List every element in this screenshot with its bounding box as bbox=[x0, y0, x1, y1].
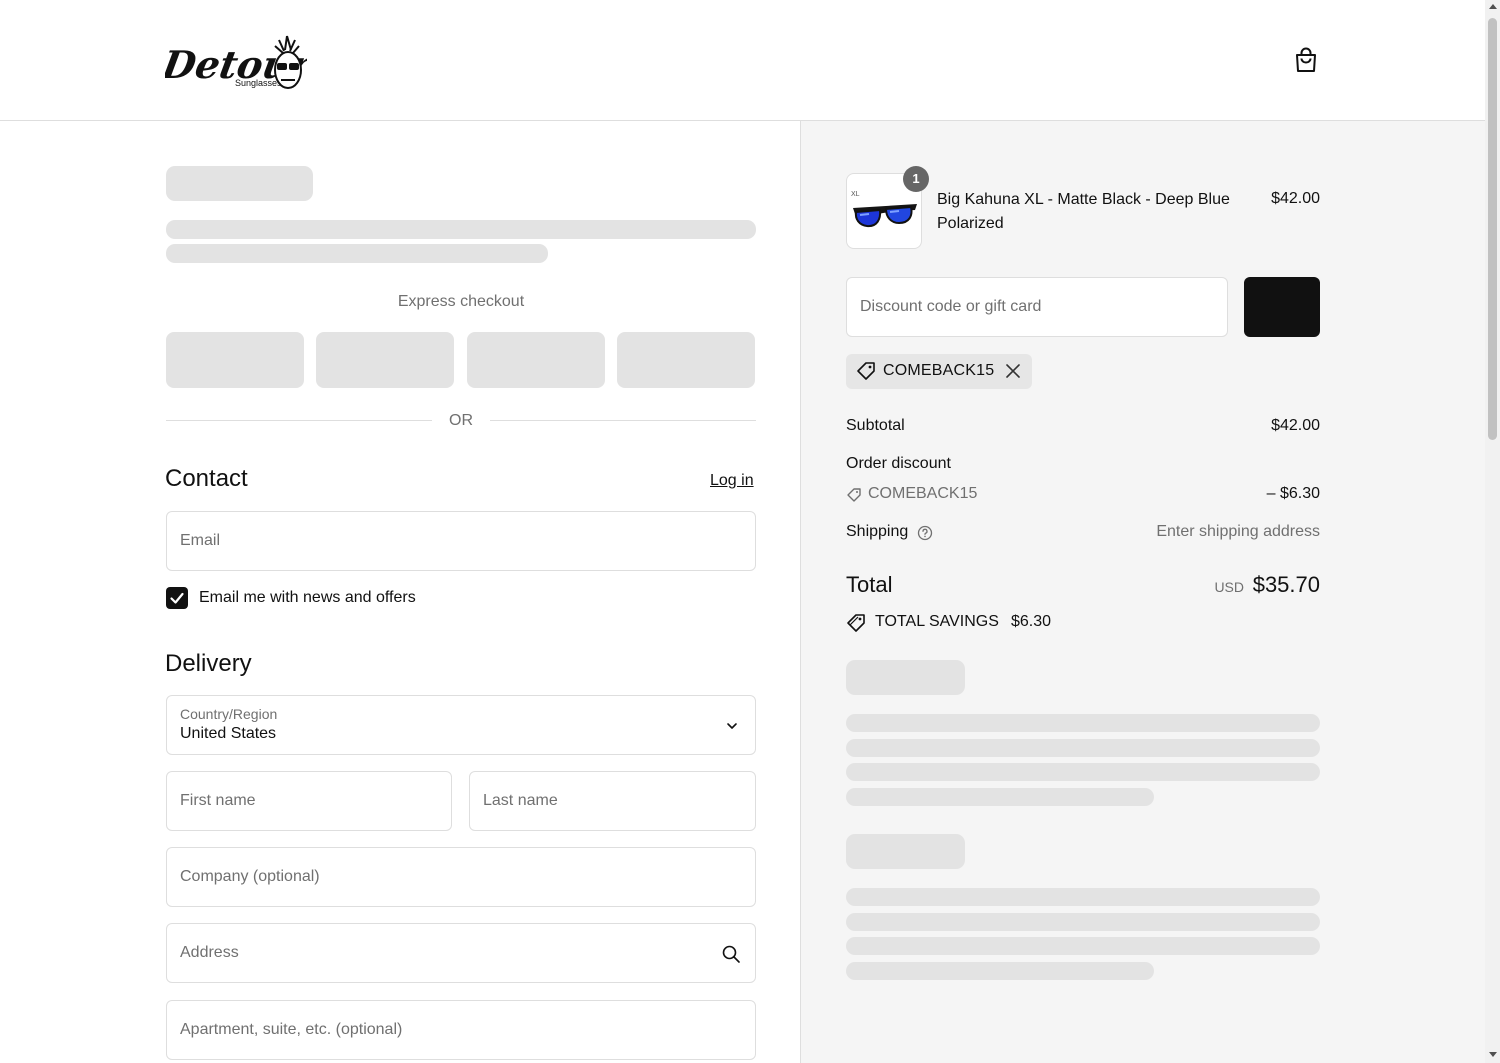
product-thumbnail: XL 1 bbox=[846, 166, 929, 249]
product-name: Big Kahuna XL - Matte Black - Deep Blue … bbox=[937, 191, 1230, 232]
loading-placeholder bbox=[166, 166, 313, 201]
newsletter-checkbox[interactable] bbox=[166, 587, 188, 609]
chevron-down-icon bbox=[727, 723, 737, 729]
shipping-value: Enter shipping address bbox=[1156, 523, 1320, 540]
savings-tag-icon bbox=[847, 614, 865, 632]
delivery-heading: Delivery bbox=[165, 650, 252, 677]
shopping-bag-icon[interactable] bbox=[1291, 45, 1321, 75]
scroll-down-arrow-icon[interactable] bbox=[1489, 1052, 1497, 1057]
company-placeholder: Company (optional) bbox=[180, 868, 320, 885]
loading-placeholder bbox=[846, 937, 1320, 955]
company-field[interactable]: Company (optional) bbox=[166, 847, 756, 907]
express-pay-button-2[interactable] bbox=[316, 332, 454, 388]
loading-placeholder bbox=[846, 788, 1154, 806]
first-name-field[interactable]: First name bbox=[166, 771, 452, 831]
country-select[interactable]: Country/Region United States bbox=[166, 695, 756, 755]
total-savings-value: $6.30 bbox=[1011, 613, 1052, 630]
help-circle-icon[interactable] bbox=[917, 525, 933, 541]
order-discount-row: Order discount bbox=[846, 455, 1320, 473]
apartment-placeholder: Apartment, suite, etc. (optional) bbox=[180, 1021, 403, 1038]
loading-placeholder bbox=[846, 888, 1320, 906]
country-value: United States bbox=[180, 725, 277, 742]
brand-logo[interactable]: Detour Sunglasses bbox=[158, 30, 317, 94]
svg-text:Sunglasses: Sunglasses bbox=[235, 78, 282, 88]
shipping-row: Shipping Enter shipping address bbox=[846, 523, 1320, 541]
newsletter-label: Email me with news and offers bbox=[199, 589, 416, 606]
first-name-placeholder: First name bbox=[180, 792, 256, 809]
express-checkout-label: Express checkout bbox=[397, 293, 525, 310]
loading-placeholder bbox=[846, 714, 1320, 732]
product-price: $42.00 bbox=[1271, 190, 1320, 207]
total-currency: USD bbox=[1214, 579, 1244, 595]
address-placeholder: Address bbox=[180, 944, 239, 961]
remove-discount-icon[interactable] bbox=[1004, 362, 1022, 380]
last-name-placeholder: Last name bbox=[483, 792, 558, 809]
svg-text:XL: XL bbox=[851, 191, 860, 198]
scroll-up-arrow-icon[interactable] bbox=[1489, 4, 1497, 9]
total-value: $35.70 bbox=[1252, 572, 1320, 597]
contact-heading: Contact bbox=[165, 465, 248, 492]
discount-code-input[interactable]: Discount code or gift card bbox=[846, 277, 1228, 337]
email-placeholder: Email bbox=[180, 532, 221, 549]
loading-placeholder bbox=[846, 834, 965, 869]
loading-placeholder bbox=[846, 739, 1320, 757]
loading-placeholder bbox=[166, 244, 548, 263]
tag-icon bbox=[847, 488, 861, 502]
header: Detour Sunglasses bbox=[0, 0, 1485, 121]
shipping-label: Shipping bbox=[846, 523, 909, 540]
checkmark-icon bbox=[170, 592, 184, 604]
tag-icon bbox=[857, 362, 875, 380]
subtotal-row: Subtotal $42.00 bbox=[846, 417, 1320, 435]
apartment-field[interactable]: Apartment, suite, etc. (optional) bbox=[166, 1000, 756, 1060]
discount-value: – $6.30 bbox=[1266, 485, 1320, 502]
page-scrollbar[interactable] bbox=[1485, 0, 1500, 1063]
address-field[interactable]: Address bbox=[166, 923, 756, 983]
loading-placeholder bbox=[846, 913, 1320, 931]
loading-placeholder bbox=[846, 763, 1320, 781]
search-icon[interactable] bbox=[721, 944, 741, 964]
total-savings-label: TOTAL SAVINGS bbox=[875, 613, 999, 630]
quantity-badge: 1 bbox=[903, 166, 929, 192]
or-text: OR bbox=[449, 412, 473, 429]
discount-placeholder: Discount code or gift card bbox=[860, 298, 1042, 315]
subtotal-label: Subtotal bbox=[846, 417, 905, 434]
or-divider: OR bbox=[166, 410, 756, 430]
apply-discount-button[interactable] bbox=[1244, 277, 1320, 337]
email-field[interactable]: Email bbox=[166, 511, 756, 571]
scrollbar-thumb[interactable] bbox=[1488, 18, 1497, 440]
express-pay-button-1[interactable] bbox=[166, 332, 304, 388]
loading-placeholder bbox=[166, 220, 756, 239]
express-pay-button-3[interactable] bbox=[467, 332, 605, 388]
loading-placeholder bbox=[846, 660, 965, 695]
order-discount-label: Order discount bbox=[846, 455, 951, 472]
login-link[interactable]: Log in bbox=[710, 472, 754, 490]
total-label: Total bbox=[846, 572, 893, 597]
last-name-field[interactable]: Last name bbox=[469, 771, 756, 831]
applied-code-text: COMEBACK15 bbox=[883, 362, 995, 379]
country-label: Country/Region bbox=[180, 706, 278, 722]
discount-code-label: COMEBACK15 bbox=[868, 485, 978, 502]
express-pay-button-4[interactable] bbox=[617, 332, 755, 388]
applied-discount-chip: COMEBACK15 bbox=[846, 354, 1032, 389]
subtotal-value: $42.00 bbox=[1271, 417, 1320, 434]
loading-placeholder bbox=[846, 962, 1154, 980]
